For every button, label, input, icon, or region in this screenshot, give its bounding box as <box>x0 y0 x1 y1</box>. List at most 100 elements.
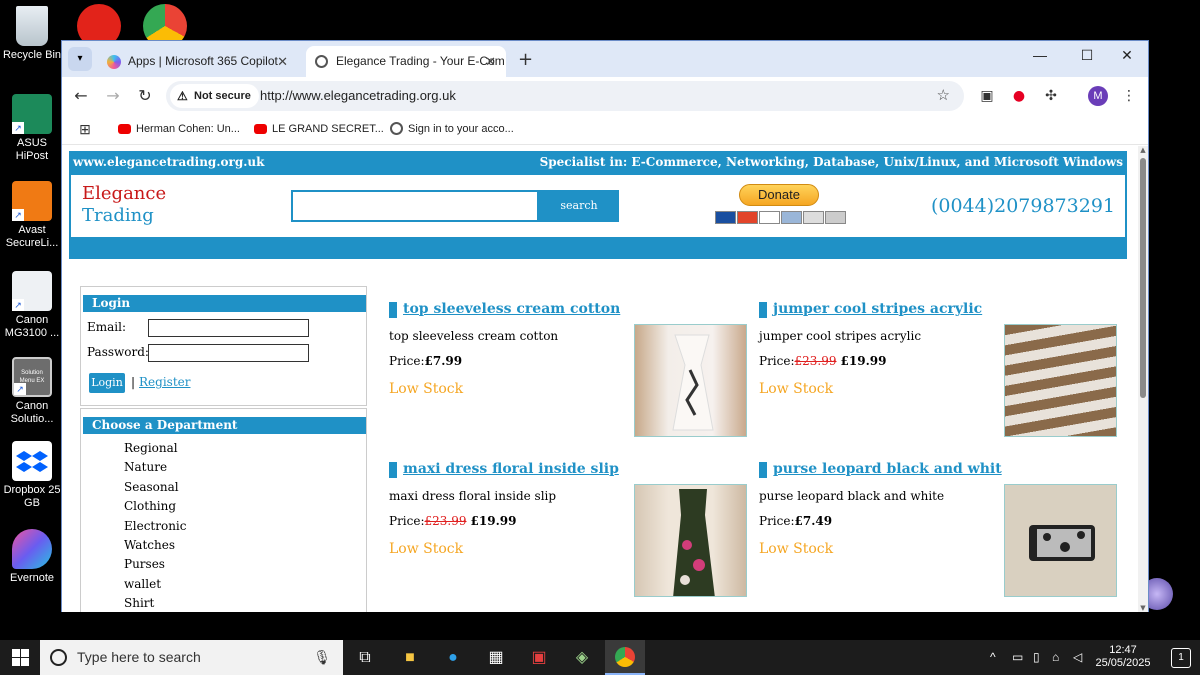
canon-solution-shortcut[interactable]: Solution Menu EX ↗ Canon Solutio... <box>0 357 64 426</box>
bookmark-item[interactable]: Herman Cohen: Un... <box>118 115 240 143</box>
url-text[interactable]: http://www.elegancetrading.org.uk <box>260 81 456 111</box>
tab-microsoft-copilot[interactable]: Apps | Microsoft 365 Copilot ✕ <box>98 46 298 77</box>
close-window-button[interactable]: ✕ <box>1109 47 1145 64</box>
current-price: £19.99 <box>470 514 517 528</box>
scroll-thumb[interactable] <box>1140 158 1146 398</box>
avast-secureline-shortcut[interactable]: ↗ Avast SecureLi... <box>0 181 64 250</box>
price-label: Price: <box>389 514 425 528</box>
asus-hipost-shortcut[interactable]: ↗ ASUS HiPost <box>0 94 64 163</box>
microsoft-store-icon[interactable]: ▦ <box>476 640 516 675</box>
canon-mg3100-shortcut[interactable]: ↗ Canon MG3100 ... <box>0 271 64 340</box>
windows-start-icon[interactable] <box>12 649 29 666</box>
tab-search-button[interactable]: ▾ <box>68 47 92 71</box>
site-search-input[interactable] <box>291 190 539 222</box>
department-item[interactable]: wallet <box>124 575 187 594</box>
recycle-bin-shortcut[interactable]: Recycle Bin <box>0 6 64 62</box>
extensions-icon[interactable]: ✣ <box>1040 85 1062 107</box>
pinterest-icon[interactable]: ● <box>1008 85 1030 107</box>
product-image[interactable] <box>1004 324 1117 437</box>
apps-grid-icon[interactable]: ⊞ <box>74 118 96 140</box>
dropbox-shortcut[interactable]: Dropbox 25 GB <box>0 441 64 510</box>
edge-browser-icon[interactable]: ● <box>433 640 473 675</box>
network-icon[interactable]: ⌂ <box>1052 640 1059 675</box>
taskbar-search-box[interactable]: Type here to search 🎙 <box>40 640 343 675</box>
address-bar[interactable]: ⚠ Not secure http://www.elegancetrading.… <box>166 81 964 111</box>
menu-kebab-icon[interactable]: ⋮ <box>1118 85 1140 107</box>
current-price: £19.99 <box>840 354 887 368</box>
email-field[interactable] <box>148 319 309 337</box>
visa-card-icon <box>759 211 780 224</box>
department-item[interactable]: Purses <box>124 555 187 574</box>
search-placeholder: Type here to search <box>77 649 201 665</box>
login-button[interactable]: Login <box>89 373 125 393</box>
product-card: purse leopard black and whit purse leopa… <box>759 461 1119 612</box>
notification-center[interactable]: 1 <box>1171 648 1191 668</box>
tab-title: Elegance Trading - Your E-Com <box>336 54 505 68</box>
asus-hipost-icon: ↗ <box>12 94 52 134</box>
canon-taskbar-icon[interactable]: ◈ <box>562 640 602 675</box>
bookmark-item[interactable]: Sign in to your acco... <box>390 115 514 143</box>
product-image[interactable] <box>634 324 747 437</box>
usb-device-icon[interactable]: ▭ <box>1012 640 1023 675</box>
site-domain: www.elegancetrading.org.uk <box>73 155 265 169</box>
maximize-button[interactable]: ☐ <box>1069 47 1105 64</box>
product-description: jumper cool stripes acrylic <box>759 329 922 343</box>
clock-time: 12:47 <box>1109 644 1137 656</box>
volume-muted-icon[interactable]: ◁ <box>1073 640 1082 675</box>
evernote-shortcut[interactable]: Evernote <box>0 529 64 585</box>
scroll-up-icon[interactable]: ▲ <box>1138 146 1148 154</box>
product-title-link[interactable]: purse leopard black and whit <box>759 461 1002 478</box>
close-tab-icon[interactable]: ✕ <box>485 46 496 77</box>
register-link[interactable]: Register <box>139 375 190 389</box>
back-arrow-icon[interactable]: ← <box>70 85 92 107</box>
department-item[interactable]: Shirt <box>124 594 187 612</box>
system-clock[interactable]: 12:47 25/05/2025 <box>1093 644 1153 670</box>
file-explorer-icon[interactable]: ■ <box>390 640 430 675</box>
department-item[interactable]: Watches <box>124 536 187 555</box>
stock-status: Low Stock <box>389 381 464 397</box>
site-logo[interactable]: Elegance Trading <box>82 183 166 227</box>
department-item[interactable]: Seasonal <box>124 478 187 497</box>
microphone-icon[interactable]: 🎙 <box>313 640 331 675</box>
extension-puzzle-app-icon[interactable]: ▣ <box>976 85 998 107</box>
department-item[interactable]: Regional <box>124 439 187 458</box>
tray-chevron-icon[interactable]: ^ <box>990 640 996 675</box>
site-search-button[interactable]: search <box>539 190 619 222</box>
current-price: £7.49 <box>794 514 833 528</box>
recycle-bin-icon <box>16 6 48 46</box>
product-image[interactable] <box>634 484 747 597</box>
password-field[interactable] <box>148 344 309 362</box>
site-security-chip[interactable]: ⚠ Not secure <box>170 84 259 108</box>
department-item[interactable]: Electronic <box>124 517 187 536</box>
avast-lock-icon: ↗ <box>12 181 52 221</box>
gift-app-icon[interactable]: ▣ <box>519 640 559 675</box>
donate-button[interactable]: Donate <box>739 184 819 206</box>
product-title-link[interactable]: top sleeveless cream cotton <box>389 301 620 318</box>
old-price: £23.99 <box>794 354 837 368</box>
product-title-link[interactable]: jumper cool stripes acrylic <box>759 301 982 318</box>
bookmark-star-icon[interactable]: ☆ <box>937 81 950 111</box>
browser-toolbar: ← → ↻ ⚠ Not secure http://www.elegancetr… <box>62 77 1148 115</box>
dropbox-icon <box>12 441 52 481</box>
department-item[interactable]: Nature <box>124 458 187 477</box>
amex-card-icon <box>781 211 802 224</box>
product-image[interactable] <box>1004 484 1117 597</box>
shortcut-arrow-icon: ↗ <box>14 383 26 395</box>
profile-avatar[interactable]: M <box>1088 86 1108 106</box>
department-item[interactable]: Clothing <box>124 497 187 516</box>
task-view-icon[interactable]: ⧉ <box>345 640 385 675</box>
close-tab-icon[interactable]: ✕ <box>277 46 288 77</box>
product-title-link[interactable]: maxi dress floral inside slip <box>389 461 619 478</box>
chrome-taskbar-icon[interactable] <box>605 640 645 675</box>
forward-arrow-icon[interactable]: → <box>102 85 124 107</box>
page-viewport: www.elegancetrading.org.uk Specialist in… <box>62 146 1148 612</box>
new-tab-button[interactable]: + <box>518 49 533 70</box>
bookmark-item[interactable]: LE GRAND SECRET... <box>254 115 384 143</box>
reload-icon[interactable]: ↻ <box>134 85 156 107</box>
tab-elegance-trading[interactable]: Elegance Trading - Your E-Com ✕ <box>306 46 506 77</box>
browser-window: ▾ Apps | Microsoft 365 Copilot ✕ Eleganc… <box>61 40 1149 612</box>
battery-icon[interactable]: ▯ <box>1033 640 1040 675</box>
minimize-button[interactable]: — <box>1022 47 1058 63</box>
scroll-down-icon[interactable]: ▼ <box>1138 604 1148 612</box>
page-scrollbar[interactable]: ▲ ▼ <box>1138 146 1148 612</box>
